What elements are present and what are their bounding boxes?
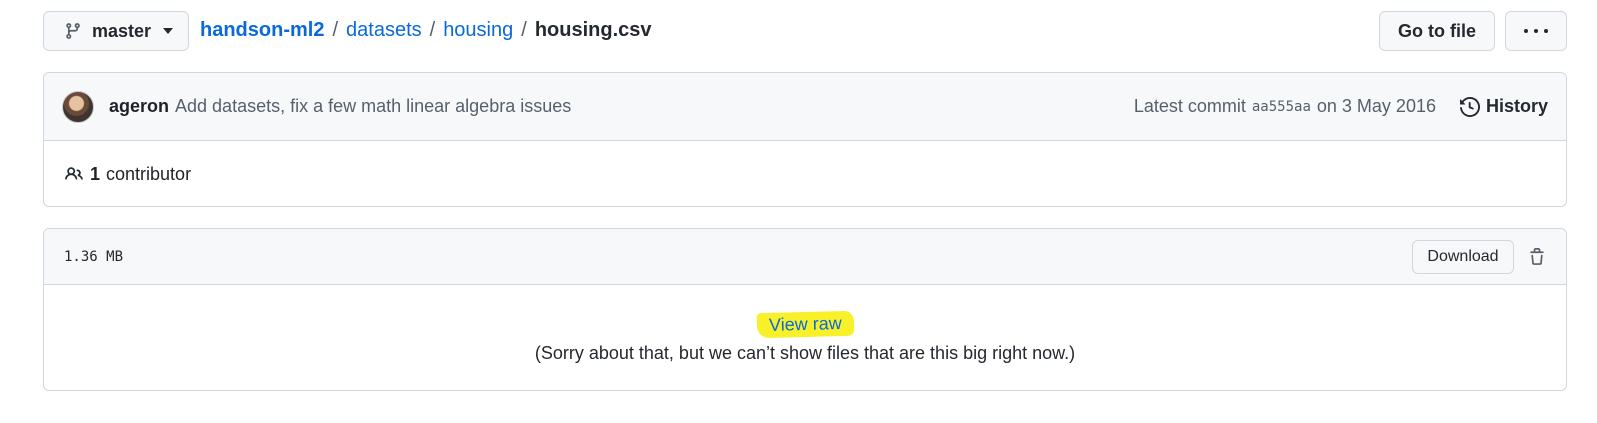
commit-sha-link[interactable]: aa555aa [1252,99,1311,115]
file-viewer: 1.36 MB Download View raw (Sorry about t… [43,228,1567,391]
git-branch-icon [66,23,80,39]
trash-icon [1530,247,1544,265]
history-icon [1459,96,1480,117]
caret-down-icon [163,28,174,34]
file-size: 1.36 MB [64,248,124,265]
download-button[interactable]: Download [1412,239,1514,274]
commit-author-link[interactable]: ageron [109,96,169,117]
latest-commit-row: ageron Add datasets, fix a few math line… [44,73,1566,141]
contributor-count: 1 [90,163,101,184]
breadcrumb-current-file: housing.csv [534,19,652,41]
branch-label: master [92,20,152,41]
breadcrumb-repo-link[interactable]: handson-ml2 [200,19,324,42]
branch-selector-button[interactable]: master [43,11,189,51]
breadcrumb-separator: / [521,19,527,41]
breadcrumb-separator: / [332,19,339,41]
go-to-file-button[interactable]: Go to file [1379,11,1495,51]
avatar[interactable] [62,90,94,123]
commit-date: on 3 May 2016 [1316,96,1436,116]
file-header: 1.36 MB Download [44,229,1566,285]
breadcrumb-datasets-link[interactable]: datasets [346,19,422,42]
people-icon [65,167,83,180]
latest-commit-info: Latest commit aa555aa on 3 May 2016 Hist… [1134,96,1548,117]
file-too-big-message: (Sorry about that, but we can’t show fil… [534,343,1076,363]
contributors-row[interactable]: 1 contributor [44,141,1566,206]
kebab-dot [1534,29,1538,33]
view-raw-link[interactable]: View raw [756,310,854,339]
breadcrumb-separator: / [429,19,436,41]
history-label: History [1485,96,1548,116]
commit-box: ageron Add datasets, fix a few math line… [43,72,1567,207]
commit-message-link[interactable]: Add datasets, fix a few math linear alge… [175,96,571,117]
contributor-label: contributor [106,163,192,184]
latest-commit-label: Latest commit [1133,96,1246,116]
breadcrumb-housing-link[interactable]: housing [443,19,513,42]
kebab-dot [1544,29,1548,33]
delete-file-button[interactable] [1528,247,1546,267]
kebab-horizontal-icon [1524,29,1528,33]
breadcrumb: handson-ml2 / datasets / housing / housi… [200,19,652,42]
history-link[interactable]: History [1459,96,1548,117]
file-body: View raw (Sorry about that, but we can’t… [44,285,1566,390]
more-options-button[interactable] [1505,11,1567,51]
